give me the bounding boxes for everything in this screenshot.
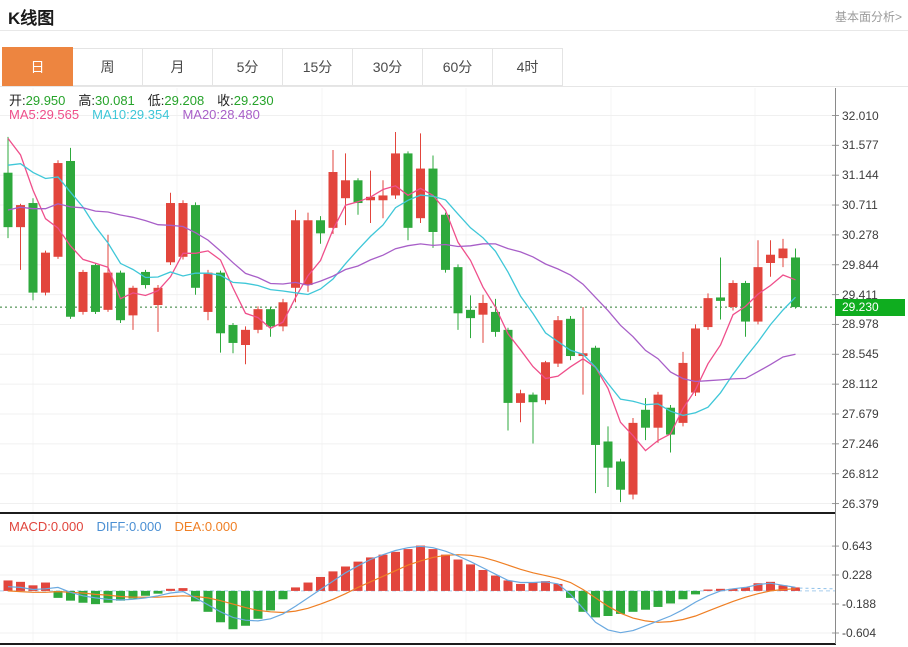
kline-page: K线图 基本面分析> 日周月 5分 15分 30分 60分 4时 开:29.950 高:30…	[0, 0, 908, 647]
kline-chart[interactable]	[0, 0, 908, 647]
